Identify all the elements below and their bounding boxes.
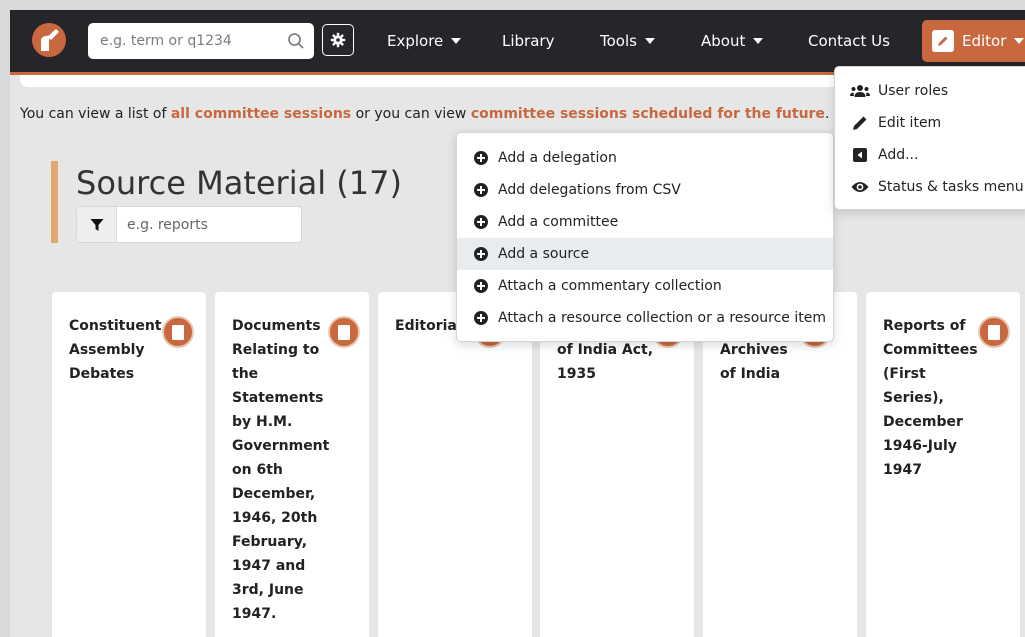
source-filter bbox=[76, 206, 302, 243]
search-input[interactable] bbox=[100, 33, 290, 49]
plus-circle-icon bbox=[474, 279, 488, 293]
menu-item-add[interactable]: Add... bbox=[835, 139, 1025, 171]
menu-item-user-roles[interactable]: User roles bbox=[835, 75, 1025, 107]
chevron-down-icon bbox=[644, 38, 655, 44]
source-card[interactable]: Documents Relating to the Statements by H.M.… bbox=[215, 292, 369, 637]
editor-dropdown-menu: User roles Edit item Add... Status & tas… bbox=[834, 66, 1025, 210]
plus-circle-icon bbox=[474, 215, 488, 229]
plus-circle-icon bbox=[474, 311, 488, 325]
plus-circle-icon bbox=[474, 151, 488, 165]
search-icon[interactable] bbox=[287, 32, 305, 50]
page-title: Source Material (17) bbox=[76, 164, 402, 202]
menu-item-edit-item[interactable]: Edit item bbox=[835, 107, 1025, 139]
add-dropdown-menu: Add a delegation Add delegations from CS… bbox=[456, 132, 834, 342]
search-settings-button[interactable] bbox=[322, 24, 354, 56]
chevron-down-icon bbox=[1014, 38, 1025, 44]
source-card[interactable]: of India Act, 1935 bbox=[540, 292, 694, 637]
pencil-icon bbox=[932, 30, 954, 52]
card-title: Reports of Committees (First Series), Decemb… bbox=[883, 318, 978, 478]
source-card[interactable]: Archives of India bbox=[703, 292, 857, 637]
eye-icon bbox=[850, 179, 870, 195]
source-card[interactable]: Editorial bbox=[378, 292, 532, 637]
nav-contact-us[interactable]: Contact Us bbox=[808, 10, 890, 72]
menu-item-status-tasks[interactable]: Status & tasks menu bbox=[835, 171, 1025, 203]
menu-item-add-committee[interactable]: Add a committee bbox=[457, 206, 833, 238]
editor-menu-button[interactable]: Editor bbox=[922, 20, 1025, 62]
menu-item-attach-commentary[interactable]: Attach a commentary collection bbox=[457, 270, 833, 302]
global-search bbox=[88, 23, 314, 59]
nav-tools[interactable]: Tools bbox=[600, 10, 655, 72]
nav-library[interactable]: Library bbox=[502, 10, 554, 72]
chevron-down-icon bbox=[451, 38, 462, 44]
future-committee-sessions-link[interactable]: committee sessions scheduled for the fut… bbox=[471, 106, 825, 122]
document-icon bbox=[162, 316, 194, 348]
all-committee-sessions-link[interactable]: all committee sessions bbox=[171, 106, 351, 122]
chevron-down-icon bbox=[753, 38, 764, 44]
menu-item-add-source[interactable]: Add a source bbox=[457, 238, 833, 270]
menu-item-attach-resource[interactable]: Attach a resource collection or a resour… bbox=[457, 302, 833, 334]
source-card[interactable]: Reports of Committees (First Series), Decemb… bbox=[866, 292, 1020, 637]
document-icon bbox=[328, 316, 360, 348]
title-accent-bar bbox=[51, 161, 58, 243]
gear-icon bbox=[330, 32, 346, 48]
menu-item-add-delegations-csv[interactable]: Add delegations from CSV bbox=[457, 174, 833, 206]
nav-about[interactable]: About bbox=[701, 10, 764, 72]
users-icon bbox=[850, 83, 870, 99]
site-logo[interactable] bbox=[32, 23, 66, 57]
nav-explore[interactable]: Explore bbox=[387, 10, 462, 72]
card-title: Constituent Assembly Debates bbox=[69, 318, 162, 382]
card-title: Editorial bbox=[395, 318, 462, 334]
filter-input[interactable] bbox=[127, 207, 297, 242]
source-card[interactable]: Constituent Assembly Debates bbox=[52, 292, 206, 637]
plus-circle-icon bbox=[474, 183, 488, 197]
logo-icon bbox=[41, 29, 59, 51]
menu-item-add-delegation[interactable]: Add a delegation bbox=[457, 142, 833, 174]
top-navbar: Explore Library Tools About Contact Us E… bbox=[10, 10, 1025, 72]
caret-left-square-icon bbox=[850, 147, 870, 163]
pencil-icon bbox=[850, 115, 870, 131]
plus-circle-icon bbox=[474, 247, 488, 261]
card-title: Documents Relating to the Statements by H.M.… bbox=[232, 318, 330, 622]
document-icon bbox=[978, 316, 1010, 348]
committee-sessions-info: You can view a list of all committee ses… bbox=[20, 106, 830, 122]
filter-icon bbox=[77, 207, 117, 242]
